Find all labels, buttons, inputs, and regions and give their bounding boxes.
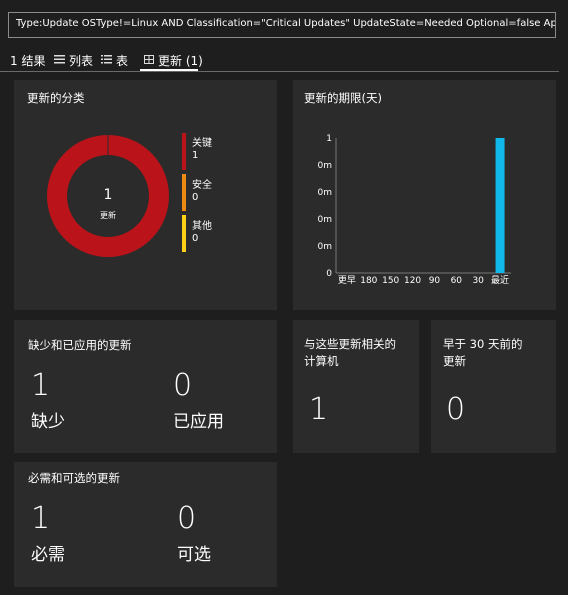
tab-results-label: 1 结果 <box>10 54 46 68</box>
tab-list-label: 列表 <box>69 54 94 68</box>
missing-label: 缺少 <box>31 412 65 432</box>
search-query-input[interactable]: Type:Update OSType!=Linux AND Classifica… <box>8 12 556 38</box>
legend-critical-value: 1 <box>192 150 199 161</box>
optional-count: 0 <box>177 501 197 536</box>
list-icon <box>54 54 65 67</box>
legend-other-label: 其他 <box>192 221 212 232</box>
legend-other-swatch <box>182 215 186 252</box>
x-tick-label: 120 <box>404 276 421 286</box>
older-updates-tile[interactable]: 早于 30 天前的 更新 0 <box>431 320 556 453</box>
older-updates-title-line2: 更新 <box>443 354 466 368</box>
y-tick-label: 0m <box>318 161 333 171</box>
computers-title: 与这些更新相关的 计算机 <box>304 336 396 370</box>
x-tick-label: 60 <box>451 276 463 286</box>
computers-title-line2: 计算机 <box>304 354 339 368</box>
computers-count: 1 <box>309 392 329 427</box>
x-tick-label: 最近 <box>491 274 509 286</box>
tab-list[interactable]: 列表 <box>54 52 93 69</box>
donut-total-label: 更新 <box>100 211 116 220</box>
optional-label: 可选 <box>177 545 211 565</box>
older-updates-title: 早于 30 天前的 更新 <box>443 336 522 370</box>
y-tick-label: 0 <box>326 269 332 279</box>
x-tick-label: 180 <box>360 276 377 286</box>
tab-updates-label: 更新 (1) <box>158 54 203 68</box>
y-tick-label: 0m <box>318 242 333 252</box>
tab-table[interactable]: 表 <box>101 52 128 69</box>
x-tick-label: 90 <box>429 276 441 286</box>
legend-security-value: 0 <box>192 192 199 203</box>
tab-divider <box>0 71 559 72</box>
legend-critical-label: 关键 <box>192 138 212 149</box>
x-tick-label: 更早 <box>338 275 356 286</box>
missing-count: 1 <box>31 368 51 403</box>
update-age-tile[interactable]: 更新的期限(天) 0 0m 0m 0m 0m 1 更早 180 150 120 90 60 30 最近 <box>293 80 556 310</box>
table-icon <box>101 54 112 67</box>
tab-updates[interactable]: 更新 (1) <box>144 52 203 69</box>
classification-title: 更新的分类 <box>27 91 85 105</box>
required-label: 必需 <box>31 545 65 565</box>
required-optional-tile[interactable]: 必需和可选的更新 1 必需 0 可选 <box>14 462 277 587</box>
computers-title-line1: 与这些更新相关的 <box>304 337 396 351</box>
grid-icon <box>144 54 154 67</box>
x-tick-label: 150 <box>382 276 399 286</box>
donut-total: 1 <box>103 187 113 203</box>
y-tick-label: 1 <box>326 134 332 144</box>
classification-tile[interactable]: 更新的分类 1 更新 关键 1 安全 0 其他 0 <box>14 80 277 310</box>
y-tick-label: 0m <box>318 188 333 198</box>
legend-security-label: 安全 <box>192 180 212 191</box>
older-updates-count: 0 <box>446 392 466 427</box>
required-count: 1 <box>31 501 51 536</box>
missing-applied-tile[interactable]: 缺少和已应用的更新 1 缺少 0 已应用 <box>14 320 277 453</box>
tab-table-label: 表 <box>116 54 129 68</box>
legend-security-swatch <box>182 174 186 211</box>
legend-critical-swatch <box>182 133 186 170</box>
chart-bar <box>495 138 505 273</box>
legend-other-value: 0 <box>192 233 199 244</box>
tab-results[interactable]: 1 结果 <box>10 52 45 69</box>
y-tick-label: 0m <box>318 215 333 225</box>
missing-applied-title: 缺少和已应用的更新 <box>28 338 132 352</box>
update-age-chart[interactable]: 0 0m 0m 0m 0m 1 更早 180 150 120 90 60 30 最近 <box>293 80 556 310</box>
x-tick-label: 30 <box>472 276 484 286</box>
required-optional-title: 必需和可选的更新 <box>28 471 120 485</box>
applied-count: 0 <box>173 368 193 403</box>
older-updates-title-line1: 早于 30 天前的 <box>443 337 523 351</box>
applied-label: 已应用 <box>173 412 224 432</box>
computers-tile[interactable]: 与这些更新相关的 计算机 1 <box>293 320 419 453</box>
